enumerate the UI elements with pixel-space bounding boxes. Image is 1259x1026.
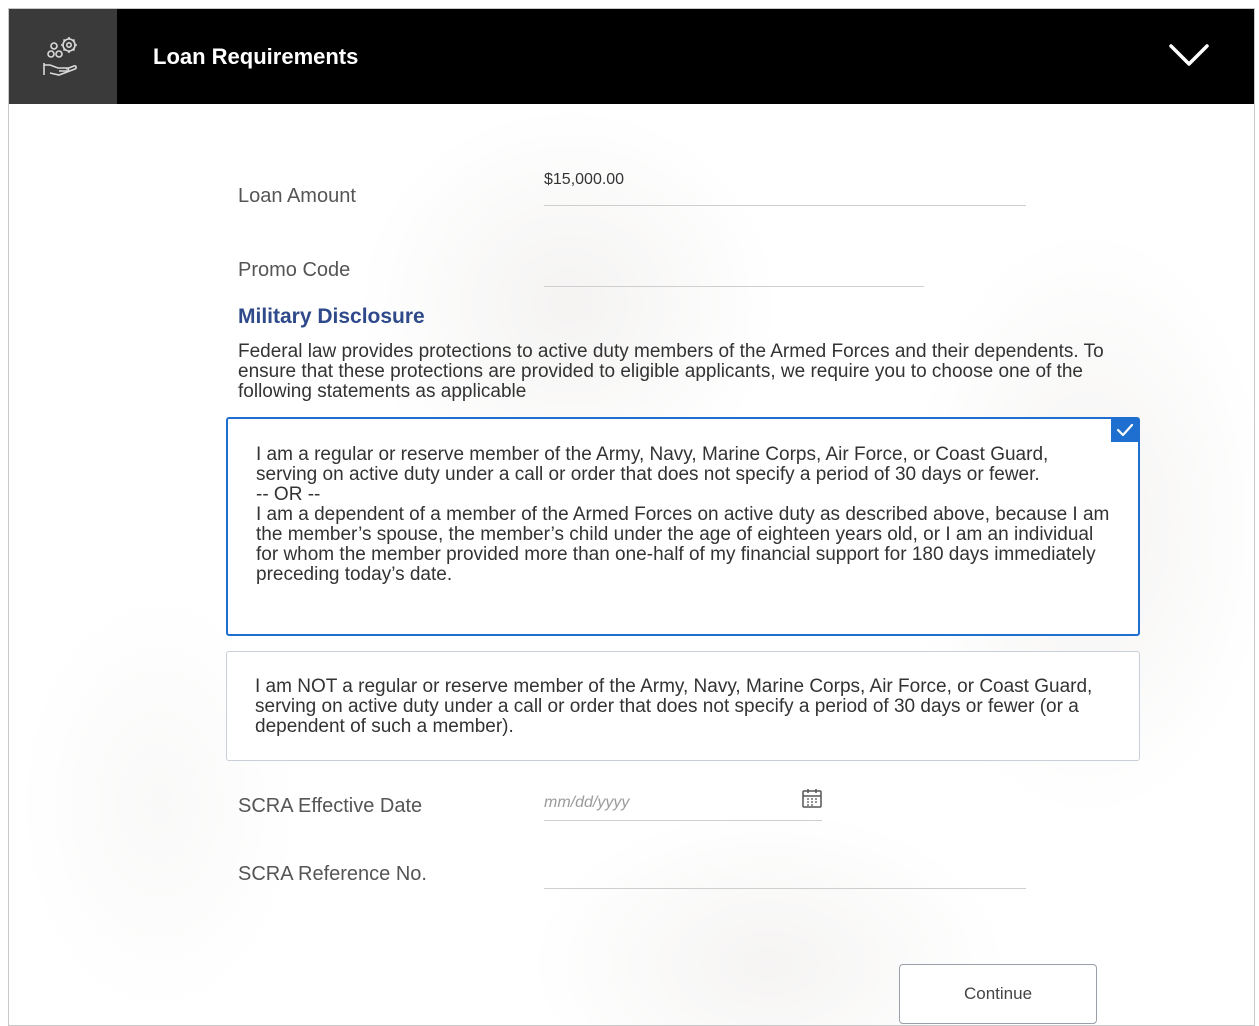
panel-title: Loan Requirements bbox=[153, 43, 359, 69]
disclosure-option-active-duty[interactable]: I am a regular or reserve member of the … bbox=[226, 417, 1140, 636]
military-disclosure-description: Federal law provides protections to acti… bbox=[238, 341, 1104, 402]
hand-coins-gear-icon bbox=[9, 9, 117, 104]
loan-amount-label: Loan Amount bbox=[238, 185, 356, 207]
panel-header[interactable]: Loan Requirements bbox=[9, 9, 1254, 104]
scra-effective-date-label: SCRA Effective Date bbox=[238, 795, 423, 817]
military-disclosure-title: Military Disclosure bbox=[238, 305, 425, 328]
scra-reference-no-label: SCRA Reference No. bbox=[238, 863, 427, 885]
calendar-icon[interactable] bbox=[801, 787, 823, 809]
disclosure-option-text: I am NOT a regular or reserve member of … bbox=[255, 676, 1093, 737]
continue-button[interactable]: Continue bbox=[899, 964, 1097, 1024]
chevron-down-icon[interactable] bbox=[1168, 41, 1210, 71]
promo-code-label: Promo Code bbox=[238, 259, 351, 281]
checkmark-icon bbox=[1111, 418, 1139, 442]
scra-effective-date-input[interactable] bbox=[544, 785, 822, 821]
loan-amount-input[interactable] bbox=[544, 169, 1026, 206]
loan-requirements-panel: Loan Requirements Loan Amount Promo Code… bbox=[8, 8, 1255, 1026]
disclosure-option-text: I am a regular or reserve member of the … bbox=[256, 444, 1110, 585]
scra-reference-no-input[interactable] bbox=[544, 855, 1026, 889]
promo-code-input[interactable] bbox=[544, 257, 924, 287]
disclosure-option-not-active-duty[interactable]: I am NOT a regular or reserve member of … bbox=[226, 651, 1140, 761]
